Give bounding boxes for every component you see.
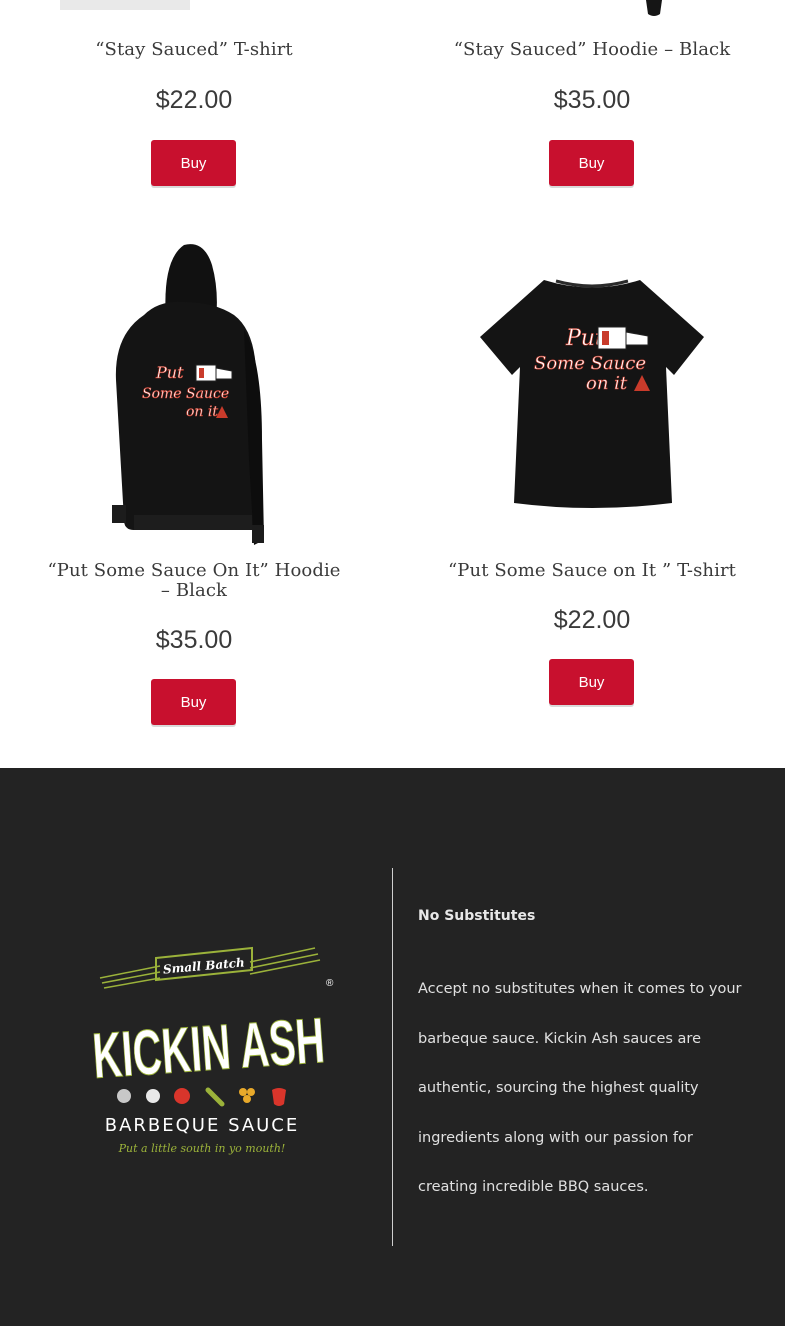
logo-top-text: Small Batch xyxy=(162,955,245,976)
logo-tagline: Put a little south in yo mouth! xyxy=(118,1142,286,1155)
pepper-icon xyxy=(205,1087,225,1107)
logo-subtitle: BARBEQUE SAUCE xyxy=(105,1115,300,1136)
hoodie-image[interactable]: Put Some Sauce on it xyxy=(104,240,264,545)
graphic-text: Some Sauce xyxy=(142,386,229,402)
tshirt-image[interactable]: Put Some Sauce on it xyxy=(474,275,710,510)
logo-brand: KICKIN ASH xyxy=(90,1004,326,1092)
footer-text: Accept no substitutes when it comes to y… xyxy=(418,981,742,1195)
product-title[interactable]: “Stay Sauced” T-shirt xyxy=(44,40,344,60)
footer-heading: No Substitutes xyxy=(418,908,536,924)
product-price: $22.00 xyxy=(155,86,233,114)
ingredient-icons xyxy=(117,1087,286,1107)
product-title[interactable]: “Put Some Sauce On It” Hoodie – Black xyxy=(44,561,344,601)
product-card-stay-sauced-hoodie: “Stay Sauced” Hoodie – Black $35.00 Buy xyxy=(442,0,742,200)
buy-button[interactable]: Buy xyxy=(151,679,236,725)
product-card-stay-sauced-tshirt: “Stay Sauced” T-shirt $22.00 Buy xyxy=(44,0,344,200)
graphic-text: on it xyxy=(186,404,218,420)
kickin-ash-logo[interactable]: Small Batch KICKIN ASH ® BARBEQUE SAUCE … xyxy=(80,940,340,1165)
product-price: $35.00 xyxy=(155,626,233,654)
registered-mark: ® xyxy=(326,978,334,989)
graphic-text: Put xyxy=(155,363,184,382)
honeycomb-icon xyxy=(239,1088,255,1103)
bell-pepper-icon xyxy=(272,1088,286,1106)
product-card-put-some-sauce-tshirt: Put Some Sauce on it “Put Some Sauce on … xyxy=(442,235,742,735)
tomato-icon xyxy=(174,1088,190,1104)
graphic-text: on it xyxy=(586,373,628,394)
product-card-put-some-sauce-hoodie: Put Some Sauce on it “Put Some Sauce On … xyxy=(44,235,344,735)
graphic-text: Some Sauce xyxy=(534,353,646,374)
footer-divider xyxy=(392,868,393,1246)
site-footer: Small Batch KICKIN ASH ® BARBEQUE SAUCE … xyxy=(0,768,785,1326)
buy-button[interactable]: Buy xyxy=(549,140,634,186)
onion-icon xyxy=(146,1089,160,1103)
buy-button[interactable]: Buy xyxy=(549,659,634,705)
product-price: $22.00 xyxy=(553,606,631,634)
product-price: $35.00 xyxy=(553,86,631,114)
product-title[interactable]: “Stay Sauced” Hoodie – Black xyxy=(442,40,742,60)
buy-button[interactable]: Buy xyxy=(151,140,236,186)
product-title[interactable]: “Put Some Sauce on It ” T-shirt xyxy=(442,561,742,581)
garlic-icon xyxy=(117,1089,131,1103)
